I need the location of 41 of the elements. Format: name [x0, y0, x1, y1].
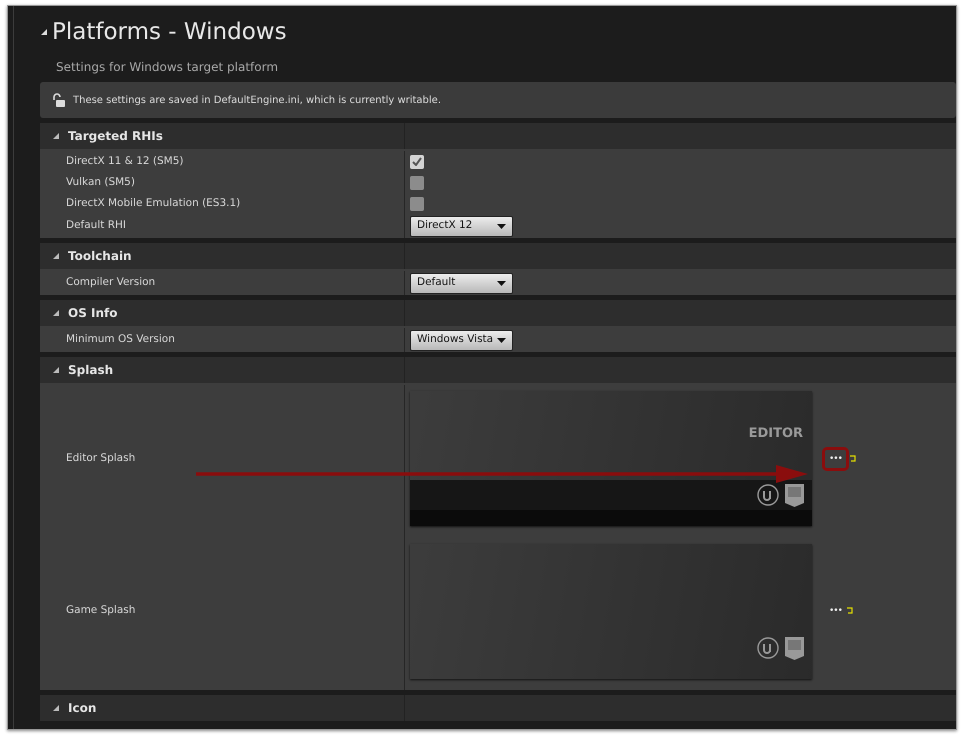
dropdown[interactable]: Windows Vista — [410, 330, 513, 350]
property-label: Default RHI — [66, 218, 126, 234]
checkbox[interactable] — [410, 176, 424, 190]
dropdown[interactable]: Default — [410, 272, 513, 294]
checkbox[interactable] — [410, 154, 424, 168]
section-title: Targeted RHIs — [68, 128, 163, 145]
splash-caption: EDITOR — [748, 425, 803, 443]
section-title: Icon — [68, 700, 96, 717]
section-title: Toolchain — [68, 248, 132, 265]
property-label: DirectX Mobile Emulation (ES3.1) — [66, 196, 240, 211]
caret-icon — [497, 338, 506, 342]
browse-button[interactable]: ••• — [822, 446, 849, 470]
section-title: OS Info — [68, 305, 118, 322]
browse-button[interactable]: ••• — [825, 602, 846, 620]
collapse-arrow-icon[interactable] — [52, 132, 60, 140]
engine-logo-icon — [757, 636, 779, 658]
shield-logo-icon — [785, 484, 804, 507]
caret-icon — [497, 280, 506, 286]
property-label: Minimum OS Version — [66, 332, 175, 348]
property-label: Game Splash — [66, 603, 136, 618]
collapse-arrow-icon[interactable] — [40, 28, 48, 36]
collapse-arrow-icon[interactable] — [52, 252, 60, 260]
page-subtitle: Settings for Windows target platform — [56, 60, 278, 74]
caret-icon — [497, 224, 506, 228]
section-title: Splash — [68, 362, 114, 379]
collapse-arrow-icon[interactable] — [52, 309, 60, 317]
property-label: Vulkan (SM5) — [66, 174, 135, 190]
property-label: Compiler Version — [66, 275, 156, 290]
collapse-arrow-icon[interactable] — [52, 366, 60, 374]
property-label: Editor Splash — [66, 450, 136, 466]
page-title: Platforms - Windows — [52, 18, 287, 47]
shield-logo-icon — [785, 636, 804, 660]
reset-icon[interactable] — [848, 454, 857, 462]
collapse-arrow-icon[interactable] — [52, 704, 60, 712]
notice-text: These settings are saved in DefaultEngine.ini, which is currently writable. — [73, 94, 442, 108]
checkbox[interactable] — [410, 196, 424, 210]
dropdown[interactable]: DirectX 12 — [410, 216, 513, 236]
engine-logo-icon — [757, 484, 779, 506]
property-label: DirectX 11 & 12 (SM5) — [66, 154, 184, 169]
unlocked-padlock-icon — [52, 93, 65, 107]
reset-icon[interactable] — [846, 607, 854, 615]
